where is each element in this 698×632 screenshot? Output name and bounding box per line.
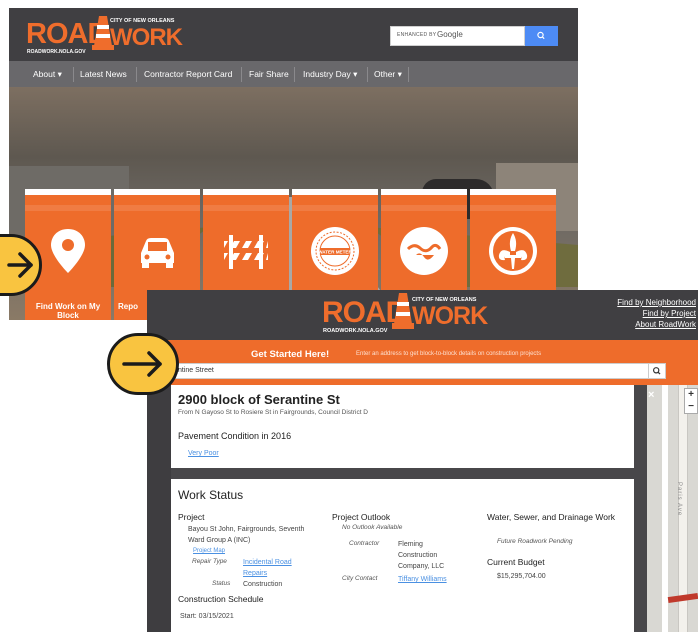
search-button[interactable] [525, 26, 558, 46]
block-subtitle: From N Gayoso St to Rosiere St in Fairgr… [178, 409, 369, 416]
map-street-label: Paris Ave [676, 482, 682, 517]
address-value: ntine Street [178, 367, 214, 374]
water-meter-text: WATER METER [318, 250, 352, 255]
zoom-in-button[interactable]: + [685, 389, 697, 401]
link-find-by-neighborhood[interactable]: Find by Neighborhood [617, 297, 696, 308]
logo-city-text: CITY OF NEW ORLEANS [110, 18, 175, 24]
link-about-roadwork[interactable]: About RoadWork [617, 319, 696, 330]
work-status-title: Work Status [178, 488, 244, 502]
search-placeholder: ENHANCED BY [397, 32, 437, 38]
tile-band [470, 205, 556, 211]
nav-latest-news[interactable]: Latest News [80, 69, 127, 79]
status-label: Status [212, 580, 231, 587]
project-name: Bayou St John, Fairgrounds, Seventh Ward… [188, 526, 305, 544]
search-input[interactable]: ENHANCED BY Google [390, 26, 525, 46]
tile-band [203, 205, 289, 211]
get-started-title: Get Started Here! [251, 349, 330, 360]
logo-url-text: ROADWORK.NOLA.GOV [323, 328, 388, 334]
pavement-condition-link[interactable]: Very Poor [188, 448, 219, 459]
nav-fair-share[interactable]: Fair Share [249, 69, 289, 79]
arrow-right-icon [122, 351, 162, 377]
map-street [662, 385, 668, 632]
search-icon [537, 31, 545, 40]
pavement-heading: Pavement Condition in 2016 [178, 431, 292, 441]
nav-divider [367, 67, 368, 82]
city-contact-label: City Contact [342, 575, 378, 582]
results-area: Paris Ave + − × 2900 block of Serantine … [147, 385, 698, 632]
repair-type-link[interactable]: Incidental Road Repairs [243, 557, 311, 579]
map-pin-icon [51, 229, 85, 273]
get-started-bar: Get Started Here! Enter an address to ge… [147, 340, 698, 385]
close-icon[interactable]: × [648, 389, 654, 401]
tile-band [381, 205, 467, 211]
address-input[interactable]: ntine Street [174, 363, 649, 379]
logo-url-text: ROADWORK.NOLA.GOV [27, 49, 86, 55]
project-details-screenshot: ROAD WORK CITY OF NEW ORLEANS ROADWORK.N… [147, 290, 698, 632]
block-info-card: 2900 block of Serantine St From N Gayoso… [171, 385, 634, 468]
get-started-text: Enter an address to get block-to-block d… [356, 351, 542, 357]
wsd-value: Future Roadwork Pending [497, 538, 573, 545]
arrow-callout-1 [0, 234, 42, 296]
composite-screenshot: ROAD WORK CITY OF NEW ORLEANS ROADWORK.N… [0, 0, 698, 632]
site-header: ROAD WORK CITY OF NEW ORLEANS ROADWORK.N… [9, 8, 578, 61]
logo-work-text: WORK [110, 24, 183, 51]
google-label: Google [437, 30, 463, 39]
outlook-value: No Outlook Available [342, 524, 403, 531]
logo-work-text: WORK [412, 302, 488, 330]
project-heading: Project [178, 512, 205, 522]
status-value: Construction [243, 581, 283, 588]
work-status-card: Work Status Project Bayou St John, Fairg… [171, 479, 634, 632]
traffic-cone-icon [392, 293, 414, 329]
water-meter-icon: WATER METER [311, 227, 359, 275]
homepage-screenshot: ROAD WORK CITY OF NEW ORLEANS ROADWORK.N… [9, 8, 578, 320]
tile-band [25, 205, 111, 211]
nav-divider [136, 67, 137, 82]
main-nav: About ▾ Latest News Contractor Report Ca… [9, 61, 578, 87]
budget-value: $15,295,704.00 [497, 573, 546, 580]
zoom-out-button[interactable]: − [685, 401, 697, 413]
nav-divider [241, 67, 242, 82]
city-contact-link[interactable]: Tiffany Williams [398, 574, 447, 585]
project-map-link[interactable]: Project Map [193, 546, 225, 557]
address-search-button[interactable] [648, 363, 666, 379]
road-barrier-icon [224, 235, 268, 269]
header-links: Find by Neighborhood Find by Project Abo… [617, 297, 696, 330]
car-icon [141, 238, 174, 268]
budget-heading: Current Budget [487, 557, 545, 567]
nav-divider [73, 67, 74, 82]
nav-contractor-report-card[interactable]: Contractor Report Card [144, 69, 232, 79]
contractor-value: Fleming Construction Company, LLC [398, 541, 445, 570]
nav-other[interactable]: Other ▾ [374, 69, 402, 80]
schedule-heading: Construction Schedule [178, 594, 264, 604]
tile-band [292, 205, 378, 211]
wsd-heading: Water, Sewer, and Drainage Work [487, 512, 616, 522]
outlook-heading: Project Outlook [332, 512, 391, 522]
nav-divider [294, 67, 295, 82]
roadwork-logo[interactable]: ROAD WORK CITY OF NEW ORLEANS ROADWORK.N… [322, 293, 502, 338]
roadwork-logo[interactable]: ROAD WORK CITY OF NEW ORLEANS ROADWORK.N… [26, 16, 186, 56]
tile-band [114, 205, 200, 211]
search-icon [652, 367, 661, 375]
dimmed-map-edge [147, 385, 171, 632]
tile-label: Find Work on My Block [35, 302, 101, 320]
nav-about[interactable]: About ▾ [33, 69, 62, 80]
repair-type-label: Repair Type [192, 558, 227, 565]
arrow-right-icon [7, 252, 33, 278]
nav-divider [408, 67, 409, 82]
schedule-start: Start: 03/15/2021 [180, 613, 234, 620]
site-header: ROAD WORK CITY OF NEW ORLEANS ROADWORK.N… [147, 290, 698, 340]
block-title: 2900 block of Serantine St [178, 392, 340, 407]
arrow-callout-2 [107, 333, 179, 395]
logo-city-text: CITY OF NEW ORLEANS [412, 297, 477, 303]
link-find-by-project[interactable]: Find by Project [617, 308, 696, 319]
pothole-icon [400, 227, 448, 275]
map-zoom-control: + − [684, 388, 698, 414]
fleur-de-lis-icon [489, 227, 537, 275]
contractor-label: Contractor [349, 540, 380, 547]
nav-industry-day[interactable]: Industry Day ▾ [303, 69, 357, 80]
